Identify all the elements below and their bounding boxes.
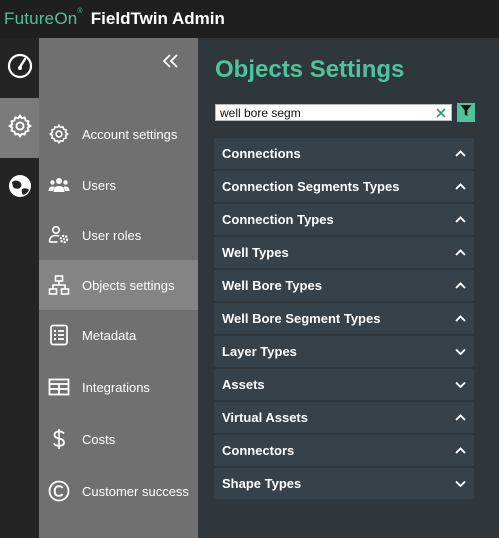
section-label: Well Bore Types <box>222 278 322 293</box>
main-content: Objects Settings Connections Connection … <box>198 38 499 538</box>
sidebar-item-metadata[interactable]: Metadata <box>39 310 198 360</box>
gear-icon <box>48 123 70 145</box>
sidebar-item-label: Costs <box>82 431 116 447</box>
section-virtual-assets[interactable]: Virtual Assets <box>214 402 474 433</box>
dollar-icon <box>48 428 70 450</box>
user-cog-icon <box>48 224 70 246</box>
collapse-sidebar-button[interactable] <box>161 53 181 73</box>
section-shape-types[interactable]: Shape Types <box>214 468 474 499</box>
chevron-down-icon[interactable] <box>454 380 466 390</box>
section-label: Layer Types <box>222 344 297 359</box>
double-chevron-left-icon <box>162 53 180 73</box>
filter-button[interactable] <box>457 103 475 122</box>
chevron-down-icon[interactable] <box>454 479 466 489</box>
sidebar-item-label: User roles <box>82 227 142 243</box>
rail-item-dashboard[interactable] <box>0 38 39 98</box>
section-well-types[interactable]: Well Types <box>214 237 474 268</box>
filter-icon <box>460 104 472 122</box>
rail-item-globe[interactable] <box>0 158 39 218</box>
sidebar-item-objects-settings[interactable]: Objects settings <box>39 260 198 310</box>
sidebar-item-label: Users <box>82 177 116 193</box>
section-label: Connections <box>222 146 301 161</box>
section-label: Shape Types <box>222 476 302 491</box>
brand-logo[interactable]: FutureOn® <box>4 8 83 29</box>
table-icon <box>48 376 70 398</box>
section-connectors[interactable]: Connectors <box>214 435 474 466</box>
search-input[interactable] <box>216 105 426 120</box>
list-icon <box>48 324 70 346</box>
section-label: Assets <box>222 377 265 392</box>
settings-sidebar: Account settings Users User roles Object… <box>39 38 198 538</box>
sidebar-item-account-settings[interactable]: Account settings <box>39 109 198 159</box>
dashboard-gauge-icon <box>7 53 33 84</box>
section-connection-segments-types[interactable]: Connection Segments Types <box>214 171 474 202</box>
sidebar-item-label: Metadata <box>82 327 137 343</box>
copyright-icon <box>48 480 70 502</box>
chevron-up-icon[interactable] <box>454 215 466 225</box>
section-connections[interactable]: Connections <box>214 138 474 169</box>
section-label: Connectors <box>222 443 295 458</box>
globe-icon <box>7 173 33 204</box>
users-icon <box>48 174 70 196</box>
sidebar-item-label: Integrations <box>82 379 150 395</box>
sidebar-item-users[interactable]: Users <box>39 160 198 210</box>
section-label: Virtual Assets <box>222 410 308 425</box>
top-bar: FutureOn® FieldTwin Admin <box>0 0 499 38</box>
section-well-bore-segment-types[interactable]: Well Bore Segment Types <box>214 303 474 334</box>
sidebar-item-label: Customer success <box>82 483 189 499</box>
section-label: Well Bore Segment Types <box>222 311 381 326</box>
section-connection-types[interactable]: Connection Types <box>214 204 474 235</box>
chevron-up-icon[interactable] <box>454 182 466 192</box>
page-title: Objects Settings <box>215 56 405 83</box>
chevron-up-icon[interactable] <box>454 413 466 423</box>
sidebar-item-integrations[interactable]: Integrations <box>39 362 198 412</box>
search-field <box>215 104 452 121</box>
sidebar-item-label: Objects settings <box>82 277 175 293</box>
section-layer-types[interactable]: Layer Types <box>214 336 474 367</box>
chevron-up-icon[interactable] <box>454 446 466 456</box>
chevron-up-icon[interactable] <box>454 314 466 324</box>
app-title: FieldTwin Admin <box>90 9 225 28</box>
chevron-down-icon[interactable] <box>454 347 466 357</box>
chevron-up-icon[interactable] <box>454 281 466 291</box>
chevron-up-icon[interactable] <box>454 149 466 159</box>
section-label: Connection Segments Types <box>222 179 400 194</box>
gear-icon <box>7 113 33 144</box>
section-label: Connection Types <box>222 212 334 227</box>
section-assets[interactable]: Assets <box>214 369 474 400</box>
section-label: Well Types <box>222 245 289 260</box>
icon-rail <box>0 38 39 538</box>
chevron-up-icon[interactable] <box>454 248 466 258</box>
sidebar-item-costs[interactable]: Costs <box>39 414 198 464</box>
section-well-bore-types[interactable]: Well Bore Types <box>214 270 474 301</box>
sidebar-item-customer-success[interactable]: Customer success <box>39 466 198 516</box>
sidebar-item-user-roles[interactable]: User roles <box>39 210 198 260</box>
rail-item-settings[interactable] <box>0 98 39 158</box>
hierarchy-icon <box>48 274 70 296</box>
sidebar-item-label: Account settings <box>82 126 178 142</box>
clear-search-icon[interactable] <box>435 106 447 119</box>
